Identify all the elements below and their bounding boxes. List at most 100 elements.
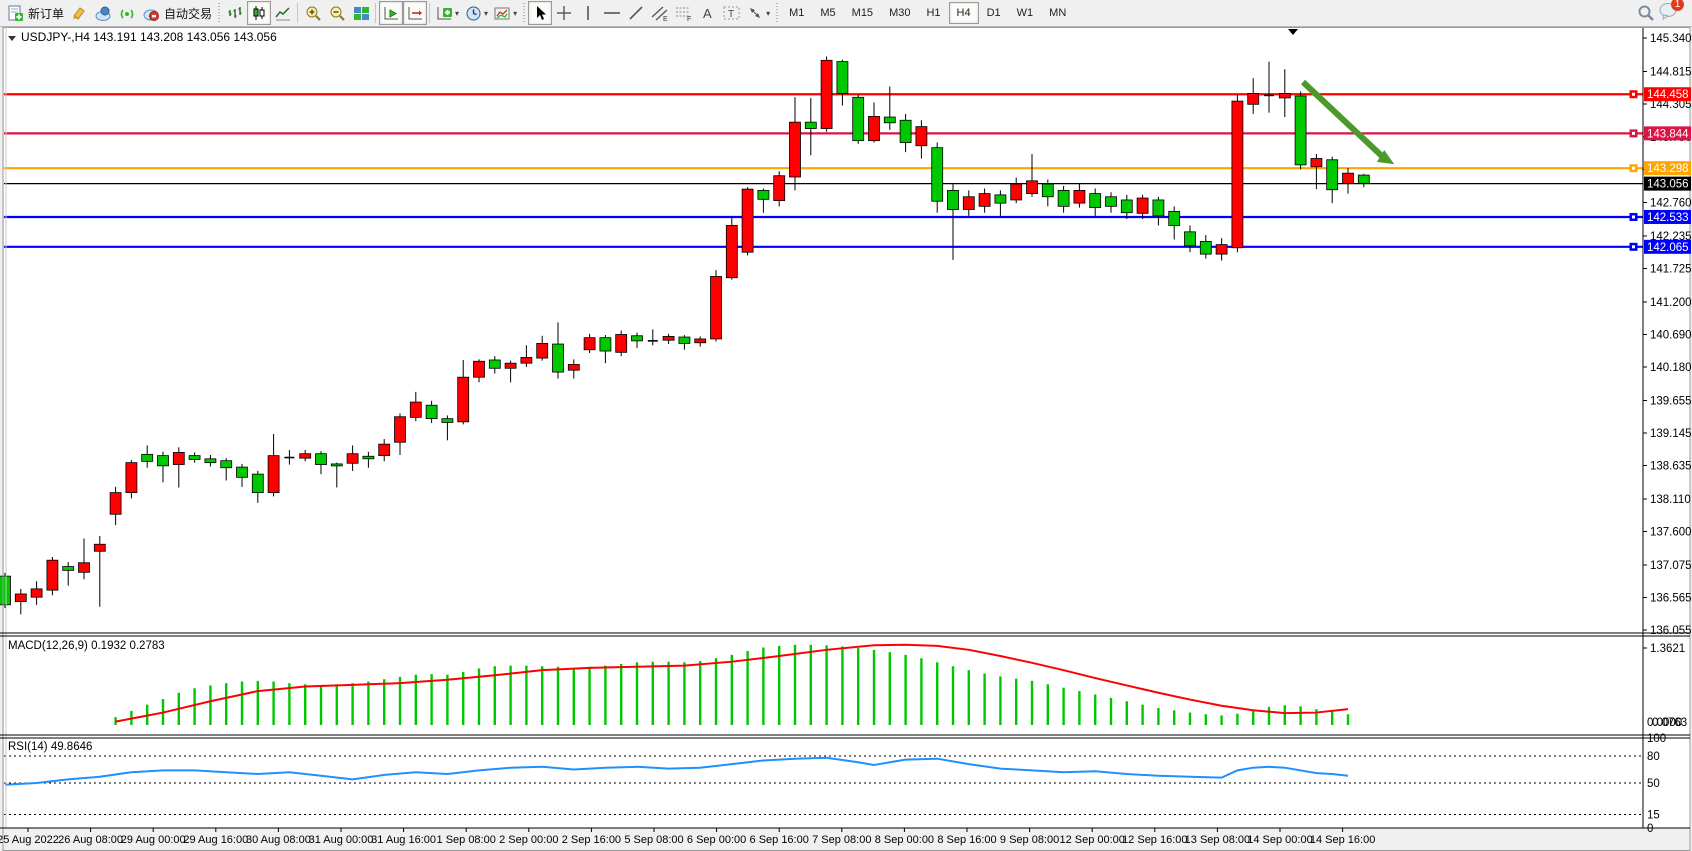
- time-tick-label: 14 Sep 00:00: [1247, 834, 1312, 846]
- timeframe-button-M1[interactable]: M1: [781, 2, 812, 24]
- time-tick-label: 26 Aug 08:00: [58, 834, 123, 846]
- cursor-button[interactable]: [528, 1, 552, 25]
- rsi-axis-label: 100: [1647, 733, 1666, 745]
- fibonacci-icon: F: [675, 5, 693, 22]
- candle-body: [79, 563, 90, 573]
- svg-text:A: A: [703, 6, 712, 21]
- candle-body: [1074, 190, 1085, 203]
- price-label-text: 142.065: [1647, 242, 1689, 254]
- candle-body: [884, 117, 895, 123]
- templates-button[interactable]: ▾: [491, 1, 520, 25]
- equidistant-channel-button[interactable]: E: [648, 1, 672, 25]
- bar-chart-button[interactable]: [223, 1, 247, 25]
- indicators-dropdown-arrow[interactable]: ▾: [455, 9, 459, 18]
- timeframe-button-MN[interactable]: MN: [1041, 2, 1074, 24]
- auto-scroll-button[interactable]: [379, 1, 403, 25]
- metaeditor-button[interactable]: [67, 1, 91, 25]
- trendline-button[interactable]: [624, 1, 648, 25]
- candle-body: [853, 97, 864, 140]
- arrows-icon: [747, 5, 764, 21]
- toolbar: 新订单: [0, 0, 1692, 27]
- new-order-button[interactable]: 新订单: [4, 1, 67, 25]
- candle-body: [205, 459, 216, 463]
- crosshair-icon: [556, 5, 572, 21]
- candle-body: [15, 594, 26, 602]
- time-tick-label: 1 Sep 08:00: [437, 834, 496, 846]
- time-tick-label: 31 Aug 00:00: [309, 834, 374, 846]
- arrows-dropdown-arrow[interactable]: ▾: [766, 9, 770, 18]
- arrows-button[interactable]: ▾: [744, 1, 773, 25]
- tile-windows-button[interactable]: [349, 1, 373, 25]
- candle-body: [47, 560, 58, 590]
- candle-body: [584, 338, 595, 350]
- candle-body: [142, 454, 153, 461]
- timeframe-button-H1[interactable]: H1: [918, 2, 948, 24]
- candle-body: [711, 276, 722, 338]
- timeframe-button-H4[interactable]: H4: [949, 2, 979, 24]
- signals-button[interactable]: [115, 1, 139, 25]
- periods-clock-icon: [465, 5, 482, 22]
- text-label-button[interactable]: T: [720, 1, 744, 25]
- signals-icon: [119, 5, 136, 22]
- price-tick-label: 142.760: [1650, 197, 1692, 209]
- toolbar-grip: [522, 3, 526, 23]
- timeframe-button-M15[interactable]: M15: [844, 2, 881, 24]
- equidistant-channel-icon: E: [651, 5, 669, 22]
- candle-body: [963, 197, 974, 210]
- market-button[interactable]: [91, 1, 115, 25]
- text-button[interactable]: A: [696, 1, 720, 25]
- rsi-axis-label: 0: [1647, 823, 1653, 835]
- periods-button[interactable]: ▾: [462, 1, 491, 25]
- horizontal-line-button[interactable]: [600, 1, 624, 25]
- timeframe-button-D1[interactable]: D1: [979, 2, 1009, 24]
- toolbar-group-trade: 新订单: [4, 0, 215, 26]
- market-icon: [94, 5, 112, 22]
- candle-body: [237, 467, 248, 477]
- candle-body: [979, 194, 990, 207]
- toolbar-separator: [375, 3, 376, 23]
- price-tick-label: 144.815: [1650, 66, 1692, 78]
- chart-canvas[interactable]: 145.340144.815144.305143.790143.275142.7…: [0, 27, 1692, 851]
- candle-body: [379, 444, 390, 455]
- crosshair-button[interactable]: [552, 1, 576, 25]
- time-tick-label: 29 Aug 16:00: [183, 834, 248, 846]
- price-tick-label: 140.180: [1650, 362, 1692, 374]
- timeframe-button-W1[interactable]: W1: [1009, 2, 1042, 24]
- candle-body: [268, 456, 279, 493]
- macd-label: MACD(12,26,9) 0.1932 0.2783: [8, 640, 165, 652]
- notification-badge: 1: [1671, 0, 1684, 11]
- candle-body: [426, 405, 437, 418]
- timeframe-button-M30[interactable]: M30: [881, 2, 918, 24]
- candle-body: [1153, 200, 1164, 216]
- autotrading-button[interactable]: 自动交易: [139, 1, 215, 25]
- time-tick-label: 13 Sep 08:00: [1185, 834, 1250, 846]
- chat-button[interactable]: 1: [1658, 2, 1678, 25]
- candle-body: [1042, 184, 1053, 197]
- indicators-button[interactable]: ▾: [433, 1, 462, 25]
- templates-dropdown-arrow[interactable]: ▾: [513, 9, 517, 18]
- chart-shift-button[interactable]: [403, 1, 427, 25]
- toolbar-grip: [217, 3, 221, 23]
- zoom-out-button[interactable]: [325, 1, 349, 25]
- time-tick-label: 7 Sep 08:00: [812, 834, 871, 846]
- vertical-line-button[interactable]: [576, 1, 600, 25]
- timeframe-button-M5[interactable]: M5: [812, 2, 843, 24]
- search-button[interactable]: [1634, 1, 1658, 25]
- candle-body: [363, 456, 374, 459]
- toolbar-separator: [429, 3, 430, 23]
- periods-dropdown-arrow[interactable]: ▾: [484, 9, 488, 18]
- zoom-in-button[interactable]: [301, 1, 325, 25]
- line-chart-button[interactable]: [271, 1, 295, 25]
- candle-body: [837, 62, 848, 94]
- horizontal-line-icon: [603, 5, 621, 21]
- candlestick-chart-button[interactable]: [247, 1, 271, 25]
- macd-axis-min: 0.0763: [1652, 717, 1687, 729]
- candle-body: [1200, 241, 1211, 254]
- time-tick-label: 14 Sep 16:00: [1310, 834, 1375, 846]
- candle-body: [790, 122, 801, 177]
- fibonacci-button[interactable]: F: [672, 1, 696, 25]
- candle-body: [1169, 211, 1180, 225]
- candle-body: [663, 336, 674, 340]
- candle-body: [94, 544, 105, 551]
- price-tick-label: 140.690: [1650, 329, 1692, 341]
